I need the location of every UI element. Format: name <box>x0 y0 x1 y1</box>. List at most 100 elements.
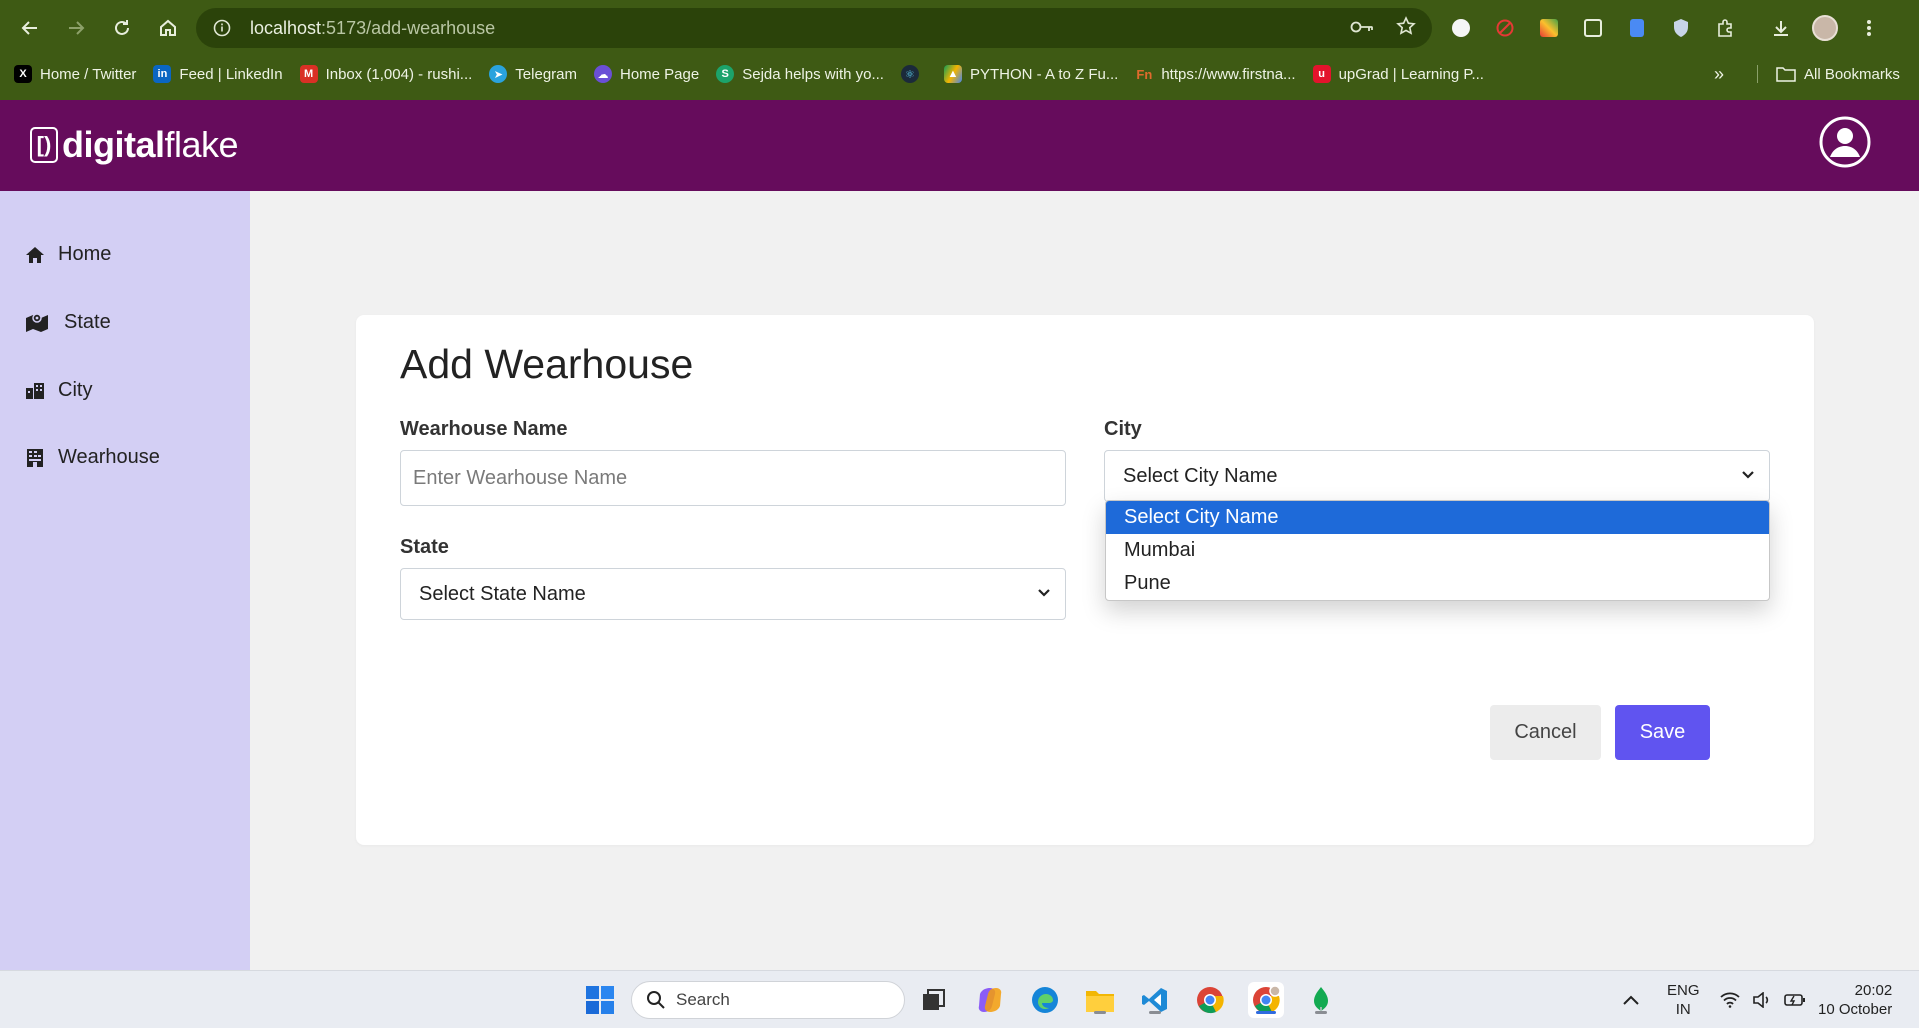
bookmarks-more-button[interactable]: » <box>1714 56 1724 92</box>
bookmark-item[interactable]: ⚛ <box>900 60 936 88</box>
user-account-icon[interactable] <box>1819 116 1871 168</box>
sidebar-item-label: Home <box>58 243 112 265</box>
bookmark-item[interactable]: ➤ Telegram <box>489 60 586 88</box>
browser-chrome: localhost:5173/add-wearhouse X Home / Tw… <box>0 0 1919 100</box>
all-bookmarks-label: All Bookmarks <box>1804 65 1900 83</box>
extension-colorful-icon[interactable] <box>1536 15 1562 41</box>
wifi-icon <box>1720 992 1740 1008</box>
copilot-icon[interactable] <box>972 982 1008 1018</box>
mongodb-icon[interactable] <box>1303 982 1339 1018</box>
chevron-down-icon <box>1742 471 1754 479</box>
extension-block-icon[interactable] <box>1492 15 1518 41</box>
language-code: ENG <box>1667 982 1700 999</box>
city-icon <box>24 380 46 402</box>
edge-icon[interactable] <box>1027 982 1063 1018</box>
extension-shield-icon[interactable] <box>1668 15 1694 41</box>
app-header: [) digitalflake <box>0 100 1919 191</box>
bookmark-label: PYTHON - A to Z Fu... <box>969 65 1119 83</box>
bookmark-item[interactable]: in Feed | LinkedIn <box>153 60 291 88</box>
city-option[interactable]: Pune <box>1106 567 1769 600</box>
extensions-puzzle-icon[interactable] <box>1712 15 1738 41</box>
city-option[interactable]: Select City Name <box>1106 501 1769 534</box>
chevron-down-icon <box>1038 589 1050 597</box>
city-label: City <box>1104 418 1142 440</box>
digitalflake-logo[interactable]: [) digitalflake <box>30 124 239 166</box>
url-path: :5173/add-wearhouse <box>321 17 496 38</box>
linkedin-icon: in <box>153 65 172 83</box>
extension-doc-icon[interactable] <box>1624 15 1650 41</box>
reload-icon[interactable] <box>100 6 144 50</box>
home-browser-icon[interactable] <box>146 6 190 50</box>
windows-start-icon[interactable] <box>582 982 618 1018</box>
menu-dots-icon[interactable] <box>1856 15 1882 41</box>
extension-icons <box>1448 8 1882 48</box>
logo-text: digitalflake <box>62 124 239 166</box>
running-indicator <box>1094 1011 1106 1014</box>
chrome-icon[interactable] <box>1192 982 1228 1018</box>
url-host: localhost <box>250 17 322 38</box>
taskbar-search[interactable]: Search <box>631 981 905 1019</box>
bookmark-label: Inbox (1,004) - rushi... <box>325 65 473 83</box>
city-select-value: Select City Name <box>1123 464 1278 487</box>
bookmarks-divider <box>1757 65 1758 83</box>
back-icon[interactable] <box>8 6 52 50</box>
sidebar-item-wearhouse[interactable]: Wearhouse <box>24 446 160 469</box>
site-info-icon[interactable] <box>202 8 242 48</box>
warehouse-icon <box>24 447 46 469</box>
bookmark-label: upGrad | Learning P... <box>1338 65 1484 83</box>
state-select[interactable]: Select State Name <box>400 568 1066 620</box>
sidebar: Home State City Wearhouse <box>0 191 250 970</box>
city-select[interactable]: Select City Name <box>1104 450 1770 502</box>
state-label: State <box>400 536 449 558</box>
cancel-button[interactable]: Cancel <box>1490 705 1601 760</box>
windows-taskbar: Search ENG IN 20:02 10 October <box>0 970 1919 1028</box>
language-indicator[interactable]: ENG IN <box>1667 971 1700 1028</box>
bookmark-item[interactable]: S Sejda helps with yo... <box>716 60 893 88</box>
task-view-icon[interactable] <box>916 982 952 1018</box>
bookmark-label: Sejda helps with yo... <box>742 65 884 83</box>
bookmark-item[interactable]: Fn https://www.firstna... <box>1135 60 1304 88</box>
sejda-icon: S <box>716 65 735 83</box>
forward-icon[interactable] <box>54 6 98 50</box>
download-icon[interactable] <box>1768 15 1794 41</box>
profile-avatar[interactable] <box>1812 15 1838 41</box>
sidebar-item-label: Wearhouse <box>58 446 160 468</box>
wearhouse-name-input[interactable] <box>400 450 1066 506</box>
sidebar-item-home[interactable]: Home <box>24 243 111 266</box>
bookmark-star-icon[interactable] <box>1396 15 1416 41</box>
all-bookmarks-button[interactable]: All Bookmarks <box>1776 56 1900 92</box>
battery-icon <box>1784 994 1805 1006</box>
save-button[interactable]: Save <box>1615 705 1710 760</box>
extension-window-icon[interactable] <box>1580 15 1606 41</box>
bookmarks-bar: X Home / Twitter in Feed | LinkedIn M Inbox… <box>0 56 1919 92</box>
sidebar-item-state[interactable]: State <box>24 311 111 334</box>
system-tray-icons[interactable] <box>1720 971 1806 1028</box>
bookmark-item[interactable]: u upGrad | Learning P... <box>1312 60 1493 88</box>
react-icon: ⚛ <box>900 65 919 83</box>
fn-icon: Fn <box>1136 66 1153 82</box>
running-indicator <box>1256 1011 1276 1014</box>
wearhouse-name-label: Wearhouse Name <box>400 418 568 440</box>
clock[interactable]: 20:02 10 October <box>1818 971 1892 1028</box>
sidebar-item-label: State <box>64 311 111 333</box>
tray-overflow-icon[interactable] <box>1622 971 1640 1028</box>
telegram-icon: ➤ <box>489 65 508 83</box>
bookmark-label: Home Page <box>620 65 700 83</box>
state-select-value: Select State Name <box>419 582 586 605</box>
bookmark-item[interactable]: ▲ PYTHON - A to Z Fu... <box>943 60 1127 88</box>
logo-text-bold: digital <box>62 124 165 165</box>
file-explorer-icon[interactable] <box>1082 982 1118 1018</box>
bookmark-item[interactable]: X Home / Twitter <box>14 60 145 88</box>
key-icon[interactable] <box>1350 18 1374 39</box>
clock-time: 20:02 <box>1854 982 1893 999</box>
page-title: Add Wearhouse <box>400 341 694 387</box>
bookmark-item[interactable]: ☁ Home Page <box>594 60 708 88</box>
extension-circle-icon[interactable] <box>1448 15 1474 41</box>
vscode-icon[interactable] <box>1137 982 1173 1018</box>
city-option[interactable]: Mumbai <box>1106 534 1769 567</box>
address-bar[interactable]: localhost:5173/add-wearhouse <box>196 8 1432 48</box>
sidebar-item-city[interactable]: City <box>24 379 92 402</box>
chrome-profile-icon[interactable] <box>1248 982 1284 1018</box>
bookmark-item[interactable]: M Inbox (1,004) - rushi... <box>299 60 482 88</box>
cloud-icon: ☁ <box>594 65 612 83</box>
